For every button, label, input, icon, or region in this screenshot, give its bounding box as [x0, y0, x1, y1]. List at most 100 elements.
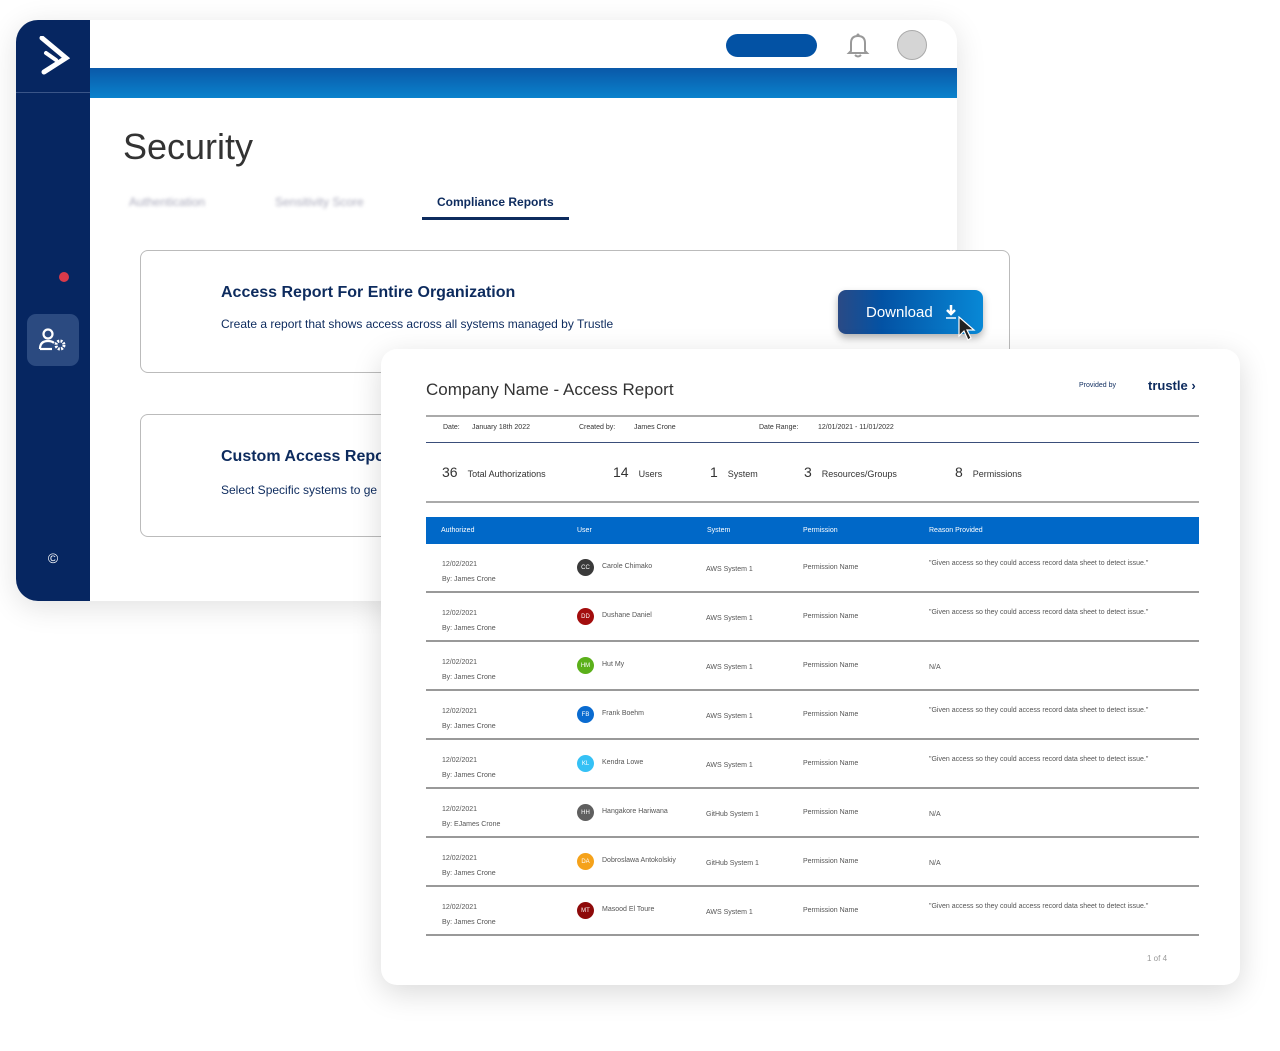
user-avatar: DD: [577, 608, 594, 625]
created-by-label: Created by:: [579, 424, 616, 431]
column-authorized: Authorized: [441, 527, 475, 534]
authorized-by: By: James Crone: [442, 772, 496, 779]
permission-name: Permission Name: [803, 662, 859, 669]
date-range-label: Date Range:: [759, 424, 799, 431]
user-avatar: FB: [577, 706, 594, 723]
provided-by-label: Provided by: [1079, 382, 1116, 389]
user-name: Kendra Lowe: [602, 759, 644, 766]
column-permission: Permission: [803, 527, 838, 534]
table-row: 12/02/2021 By: James Crone CC Carole Chi…: [426, 544, 1199, 593]
authorized-by: By: James Crone: [442, 674, 496, 681]
user-avatar: DA: [577, 853, 594, 870]
top-bar: [90, 20, 957, 68]
reason-provided: "Given access so they could access recor…: [929, 903, 1149, 910]
sidebar-item-user-settings[interactable]: [27, 314, 79, 366]
user-avatar: HM: [577, 657, 594, 674]
column-system: System: [707, 527, 731, 534]
card-description: Select Specific systems to ge: [221, 483, 378, 497]
permission-name: Permission Name: [803, 711, 859, 718]
pagination: 1 of 4: [1147, 954, 1168, 963]
created-by-value: James Crone: [634, 424, 676, 431]
tab-authentication[interactable]: Authentication: [129, 195, 205, 209]
stat-resources-groups: 3 Resources/Groups: [804, 464, 897, 480]
user-avatar: CC: [577, 559, 594, 576]
table-row: 12/02/2021 By: EJames Crone HH Hangakore…: [426, 789, 1199, 838]
authorized-date: 12/02/2021: [442, 708, 478, 715]
user-avatar[interactable]: [897, 30, 927, 60]
user-name: Dushane Daniel: [602, 612, 652, 619]
mouse-cursor-icon: [958, 315, 976, 347]
notification-dot: [59, 272, 69, 282]
divider: [426, 415, 1199, 417]
permission-name: Permission Name: [803, 613, 859, 620]
bell-icon[interactable]: [846, 32, 870, 63]
user-name: Carole Chimako: [602, 563, 653, 570]
divider: [426, 442, 1199, 443]
reason-provided: N/A: [929, 860, 941, 867]
column-reason: Reason Provided: [929, 527, 983, 534]
stat-system: 1 System: [710, 464, 758, 480]
authorized-by: By: EJames Crone: [442, 821, 501, 828]
user-avatar: HH: [577, 804, 594, 821]
user-gear-icon: [38, 328, 66, 351]
authorized-date: 12/02/2021: [442, 610, 478, 617]
date-range-value: 12/01/2021 - 11/01/2022: [818, 424, 894, 431]
table-row: 12/02/2021 By: James Crone MT Masood El …: [426, 887, 1199, 936]
date-value: January 18th 2022: [472, 424, 530, 431]
trustle-logo-icon[interactable]: [16, 20, 90, 93]
page-title: Security: [123, 126, 254, 167]
user-name: Hangakore Hariwana: [602, 808, 668, 815]
tab-sensitivity-score[interactable]: Sensitivity Score: [275, 195, 364, 209]
stat-permissions: 8 Permissions: [955, 464, 1022, 480]
system-name: AWS System 1: [706, 615, 753, 622]
header-button[interactable]: [726, 34, 817, 57]
card-title: Custom Access Report: [221, 448, 397, 465]
permission-name: Permission Name: [803, 907, 859, 914]
authorized-by: By: James Crone: [442, 576, 496, 583]
card-title: Access Report For Entire Organization: [221, 284, 516, 301]
reason-provided: "Given access so they could access recor…: [929, 756, 1149, 763]
tab-compliance-reports[interactable]: Compliance Reports: [422, 195, 569, 220]
column-user: User: [577, 527, 592, 534]
reason-provided: N/A: [929, 664, 941, 671]
system-name: AWS System 1: [706, 664, 753, 671]
user-name: Frank Boehm: [602, 710, 645, 717]
sidebar: ©: [16, 20, 90, 601]
permission-name: Permission Name: [803, 858, 859, 865]
authorized-by: By: James Crone: [442, 870, 496, 877]
system-name: AWS System 1: [706, 909, 753, 916]
permission-name: Permission Name: [803, 809, 859, 816]
reason-provided: "Given access so they could access recor…: [929, 560, 1149, 567]
date-label: Date:: [443, 424, 460, 431]
stat-users: 14 Users: [613, 464, 663, 480]
download-icon: [945, 305, 956, 319]
header-band: [90, 68, 957, 98]
download-label: Download: [866, 303, 933, 321]
access-report-document: Company Name - Access Report Provided by…: [381, 349, 1240, 985]
system-name: AWS System 1: [706, 713, 753, 720]
reason-provided: "Given access so they could access recor…: [929, 707, 1149, 714]
table-row: 12/02/2021 By: James Crone DD Dushane Da…: [426, 593, 1199, 642]
trustle-brand-logo: trustle ›: [1148, 378, 1196, 393]
divider: [426, 501, 1199, 503]
permission-name: Permission Name: [803, 760, 859, 767]
copyright-icon: ©: [47, 550, 59, 566]
user-name: Dobroslawa Antokolskiy: [602, 857, 676, 864]
table-header: Authorized User System Permission Reason…: [426, 517, 1199, 544]
authorized-date: 12/02/2021: [442, 659, 478, 666]
reason-provided: N/A: [929, 811, 941, 818]
authorized-date: 12/02/2021: [442, 855, 478, 862]
system-name: AWS System 1: [706, 566, 753, 573]
reason-provided: "Given access so they could access recor…: [929, 609, 1149, 616]
authorized-date: 12/02/2021: [442, 806, 478, 813]
card-description: Create a report that shows access across…: [221, 317, 614, 331]
system-name: GitHub System 1: [706, 811, 759, 818]
table-row: 12/02/2021 By: James Crone KL Kendra Low…: [426, 740, 1199, 789]
authorized-by: By: James Crone: [442, 919, 496, 926]
user-name: Hut My: [602, 661, 625, 668]
stat-total-authorizations: 36 Total Authorizations: [442, 464, 546, 480]
authorized-by: By: James Crone: [442, 625, 496, 632]
authorized-date: 12/02/2021: [442, 904, 478, 911]
authorized-date: 12/02/2021: [442, 561, 478, 568]
report-title: Company Name - Access Report: [426, 380, 674, 399]
